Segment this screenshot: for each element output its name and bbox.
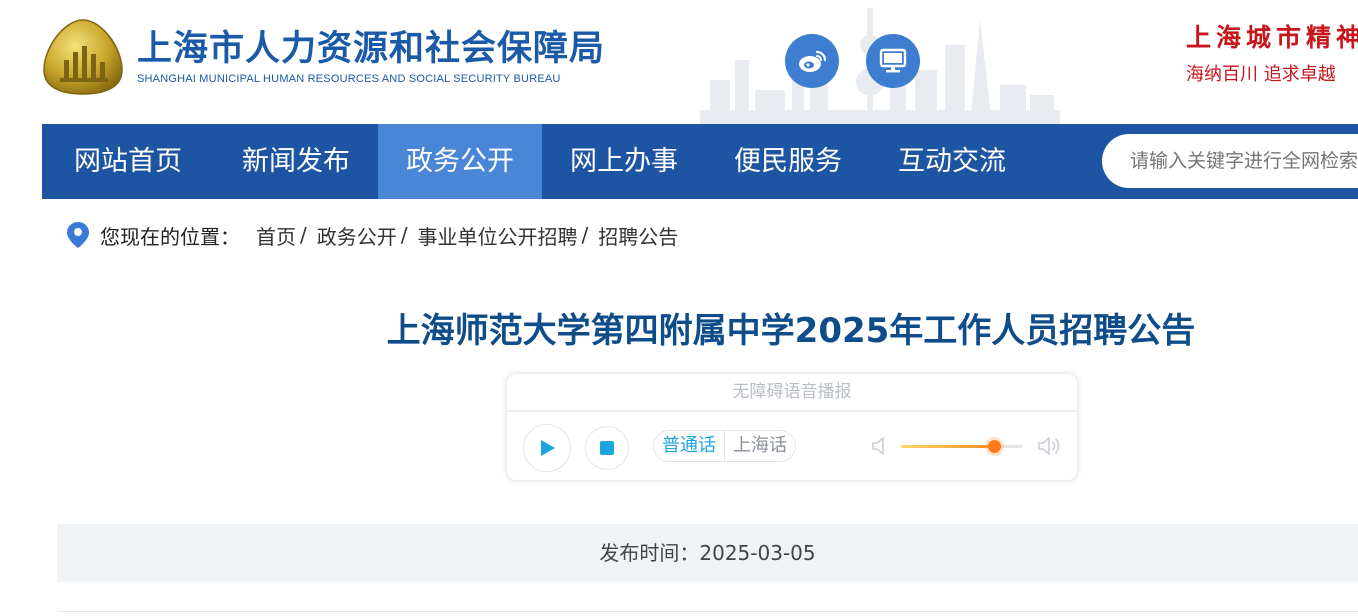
volume-low-icon xyxy=(872,437,884,455)
site-title: 上海市人力资源和社会保障局 xyxy=(137,29,606,69)
breadcrumb-recruitment[interactable]: 事业单位公开招聘 xyxy=(418,221,578,250)
nav-item-online-services[interactable]: 网上办事 xyxy=(542,124,706,199)
breadcrumb-separator: / xyxy=(400,223,408,247)
publish-info-bar: 发布时间：2025-03-05 xyxy=(57,524,1358,582)
site-header: 上海市人力资源和社会保障局 SHANGHAI MUNICIPAL HUMAN R… xyxy=(0,0,1358,124)
breadcrumb-announcement[interactable]: 招聘公告 xyxy=(598,221,678,250)
slogan-text: 海纳百川 追求卓越 xyxy=(1186,64,1336,85)
lang-option-mandarin[interactable]: 普通话 xyxy=(654,431,724,461)
stop-button[interactable] xyxy=(585,426,629,470)
breadcrumb-separator: / xyxy=(581,223,589,247)
publish-date: 2025-03-05 xyxy=(699,541,816,565)
nav-item-news[interactable]: 新闻发布 xyxy=(214,124,378,199)
article-title: 上海师范大学第四附属中学2025年工作人员招聘公告 xyxy=(386,311,1196,351)
nav-item-gov-affairs[interactable]: 政务公开 xyxy=(378,124,542,199)
volume-fill xyxy=(901,445,994,448)
publish-label: 发布时间： xyxy=(599,541,700,565)
desktop-icon xyxy=(879,48,907,73)
site-subtitle: SHANGHAI MUNICIPAL HUMAN RESOURCES AND S… xyxy=(137,73,561,85)
nav-item-home[interactable]: 网站首页 xyxy=(42,124,214,199)
divider xyxy=(57,611,1358,612)
play-icon xyxy=(541,440,555,456)
main-nav: 网站首页 新闻发布 政务公开 网上办事 便民服务 互动交流 xyxy=(42,124,1358,199)
breadcrumb-gov-affairs[interactable]: 政务公开 xyxy=(317,221,397,250)
breadcrumb-home[interactable]: 首页 xyxy=(256,221,296,250)
nav-item-public-services[interactable]: 便民服务 xyxy=(706,124,870,199)
breadcrumb-label: 您现在的位置： xyxy=(100,224,240,249)
volume-high-icon xyxy=(1038,437,1060,455)
language-toggle: 普通话 上海话 xyxy=(653,430,796,462)
nav-item-interaction[interactable]: 互动交流 xyxy=(870,124,1034,199)
desktop-version-button[interactable] xyxy=(866,34,920,88)
search-input[interactable] xyxy=(1102,134,1358,188)
slogan-heading: 上海城市精神 xyxy=(1186,23,1358,52)
volume-knob[interactable] xyxy=(987,440,1001,453)
player-heading: 无障碍语音播报 xyxy=(507,374,1077,412)
weibo-button[interactable] xyxy=(785,34,839,88)
weibo-icon xyxy=(799,50,827,72)
voice-player: 无障碍语音播报 普通话 上海话 xyxy=(506,373,1078,481)
location-pin-icon xyxy=(67,222,89,248)
volume-slider[interactable] xyxy=(901,440,1023,453)
stop-icon xyxy=(600,441,614,455)
breadcrumb-separator: / xyxy=(300,223,307,247)
play-button[interactable] xyxy=(523,424,571,472)
breadcrumb: 您现在的位置： 首页 / 政务公开 / 事业单位公开招聘 / 招聘公告 xyxy=(66,220,678,250)
lang-option-shanghainese[interactable]: 上海话 xyxy=(724,431,795,461)
bureau-logo xyxy=(43,19,123,95)
